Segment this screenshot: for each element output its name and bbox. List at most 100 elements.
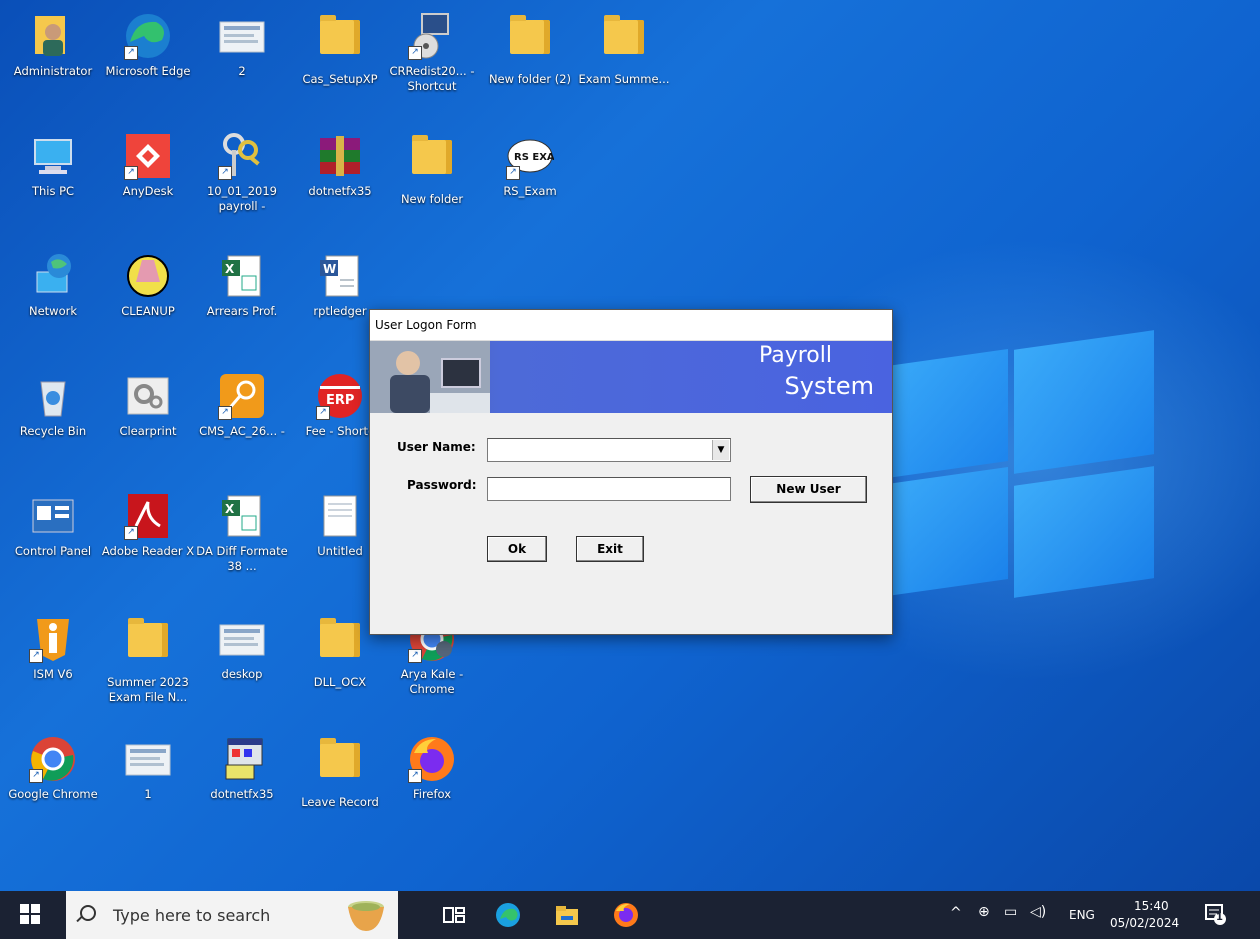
shortcut-arrow-icon: ↗	[218, 166, 232, 180]
desktop-icon-cleanup[interactable]: CLEANUP	[99, 252, 197, 319]
folder-icon	[316, 738, 364, 791]
desktop-icon-label: Adobe Reader X	[101, 544, 195, 558]
desktop-icon-label: 10_01_2019 payroll -	[206, 184, 278, 213]
desktop-icon-adobe-reader-x[interactable]: ↗ Adobe Reader X	[99, 492, 197, 559]
desktop-icon-label: Microsoft Edge	[105, 64, 191, 78]
payroll-banner: Payroll System	[370, 341, 892, 413]
desktop-icon-label: Recycle Bin	[19, 424, 87, 438]
desktop-icon-this-pc[interactable]: This PC	[4, 132, 102, 199]
exit-button[interactable]: Exit	[576, 536, 644, 562]
desktop-icon-label: New folder (2)	[488, 72, 572, 86]
task-view-icon[interactable]	[440, 901, 468, 929]
notification-icon[interactable]: 1	[1205, 903, 1227, 925]
network-icon[interactable]: ▭	[1004, 904, 1017, 920]
desktop: Administrator ↗ Microsoft Edge 2 Cas_SetupXP…	[0, 0, 1260, 891]
desktop-icon-new-folder-2[interactable]: New folder (2)	[481, 12, 579, 87]
desktop-icon-label: Network	[28, 304, 78, 318]
dialog-title[interactable]: User Logon Form	[370, 310, 892, 341]
desktop-icon-label: Firefox	[412, 787, 452, 801]
shortcut-arrow-icon: ↗	[29, 769, 43, 783]
banner-title-line1: Payroll	[758, 343, 832, 368]
folder-icon	[316, 15, 364, 68]
desktop-icon-cms-ac-26[interactable]: ↗ CMS_AC_26... -	[193, 372, 291, 439]
svg-text:X: X	[225, 262, 235, 276]
key-orange-icon: ↗	[218, 372, 266, 420]
meet-now-icon[interactable]: ⊕	[978, 904, 990, 920]
desktop-icon-label: DA Diff Formate 38 ...	[196, 544, 288, 573]
desktop-icon-label: Clearprint	[119, 424, 177, 438]
ism-icon: ↗	[29, 615, 77, 663]
desktop-icon-2[interactable]: 2	[193, 12, 291, 79]
cleanup-icon	[124, 252, 172, 300]
shortcut-arrow-icon: ↗	[316, 406, 330, 420]
desktop-icon-rs-exam[interactable]: RS EXAM ↗ RS_Exam	[481, 132, 579, 199]
ok-button[interactable]: Ok	[487, 536, 547, 562]
desktop-icon-1[interactable]: 1	[99, 735, 197, 802]
shortcut-arrow-icon: ↗	[124, 46, 138, 60]
adobe-icon: ↗	[124, 492, 172, 540]
keys-icon: ↗	[218, 132, 266, 180]
notification-count: 1	[1216, 912, 1223, 923]
desktop-icon-ism-v6[interactable]: ↗ ISM V6	[4, 615, 102, 682]
desktop-icon-new-folder[interactable]: New folder	[383, 132, 481, 207]
desktop-icon-exam-summe[interactable]: Exam Summe...	[575, 12, 673, 87]
desktop-icon-clearprint[interactable]: Clearprint	[99, 372, 197, 439]
windows-logo-wallpaper	[880, 330, 1180, 598]
desktop-icon-label: CRRedist20... - Shortcut	[389, 64, 475, 93]
password-label: Password:	[407, 478, 477, 492]
chrome-icon: ↗	[29, 735, 77, 783]
excel-icon: X	[218, 252, 266, 300]
desktop-icon-recycle-bin[interactable]: Recycle Bin	[4, 372, 102, 439]
desktop-icon-deskop[interactable]: deskop	[193, 615, 291, 682]
chevron-up-icon[interactable]: ^	[950, 905, 962, 921]
desktop-icon-control-panel[interactable]: Control Panel	[4, 492, 102, 559]
desktop-icon-label: Arya Kale - Chrome	[400, 667, 464, 696]
desktop-icon-firefox[interactable]: ↗ Firefox	[383, 735, 481, 802]
firefox-taskbar-icon[interactable]	[612, 901, 640, 929]
rsexam-icon: RS EXAM ↗	[506, 132, 565, 180]
file-explorer-icon[interactable]	[553, 901, 581, 929]
desktop-icon-arrears-prof[interactable]: X Arrears Prof.	[193, 252, 291, 319]
desktop-icon-anydesk[interactable]: ↗ AnyDesk	[99, 132, 197, 199]
desktop-icon-label: dotnetfx35	[210, 787, 274, 801]
clock-date[interactable]: 05/02/2024	[1110, 916, 1179, 930]
desktop-icon-dotnetfx35[interactable]: dotnetfx35	[193, 735, 291, 802]
folder-icon	[124, 618, 172, 671]
desktop-icon-label: Leave Record	[301, 795, 379, 809]
shortcut-arrow-icon: ↗	[506, 166, 520, 180]
edge-taskbar-icon[interactable]	[494, 901, 522, 929]
password-field[interactable]	[487, 477, 731, 501]
image-icon	[124, 735, 172, 783]
new-user-button[interactable]: New User	[750, 476, 867, 503]
start-button[interactable]	[20, 904, 40, 924]
desktop-icon-label: Summer 2023 Exam File N...	[107, 675, 189, 704]
desktop-icon-da-diff-formate-38[interactable]: X DA Diff Formate 38 ...	[193, 492, 291, 574]
desktop-icon-cas-setupxp[interactable]: Cas_SetupXP	[291, 12, 389, 87]
desktop-icon-label: DLL_OCX	[313, 675, 367, 689]
desktop-icon-summer-2023-exam-file-n[interactable]: Summer 2023 Exam File N...	[99, 615, 197, 705]
chevron-down-icon[interactable]: ▼	[712, 440, 729, 460]
desktop-icon-google-chrome[interactable]: ↗ Google Chrome	[4, 735, 102, 802]
anydesk-icon: ↗	[124, 132, 172, 180]
desktop-icon-label: RS_Exam	[503, 184, 557, 198]
erp-icon: ERP ↗	[316, 372, 364, 420]
user-logon-dialog: User Logon Form Payroll System User Name…	[369, 309, 893, 635]
desktop-icon-label: Administrator	[13, 64, 93, 78]
desktop-icon-microsoft-edge[interactable]: ↗ Microsoft Edge	[99, 12, 197, 79]
taskbar-search-box[interactable]: Type here to search	[66, 891, 398, 939]
volume-icon[interactable]: ◁)	[1030, 904, 1046, 920]
desktop-icon-network[interactable]: Network	[4, 252, 102, 319]
desktop-icon-label: deskop	[221, 667, 263, 681]
desktop-icon-10-01-2019-payroll[interactable]: ↗ 10_01_2019 payroll -	[193, 132, 291, 214]
desktop-icon-dotnetfx35[interactable]: dotnetfx35	[291, 132, 389, 199]
language-indicator[interactable]: ENG	[1069, 908, 1095, 922]
search-icon	[80, 905, 96, 921]
desktop-icon-leave-record[interactable]: Leave Record	[291, 735, 389, 810]
excel-icon: X	[218, 492, 266, 540]
username-combobox[interactable]: ▼	[487, 438, 731, 462]
desktop-icon-administrator[interactable]: Administrator	[4, 12, 102, 79]
desktop-icon-label: AnyDesk	[122, 184, 174, 198]
desktop-icon-crredist20-shortcut[interactable]: ↗ CRRedist20... - Shortcut	[383, 12, 481, 94]
clock-time[interactable]: 15:40	[1134, 899, 1169, 913]
cup-icon[interactable]	[344, 897, 388, 933]
